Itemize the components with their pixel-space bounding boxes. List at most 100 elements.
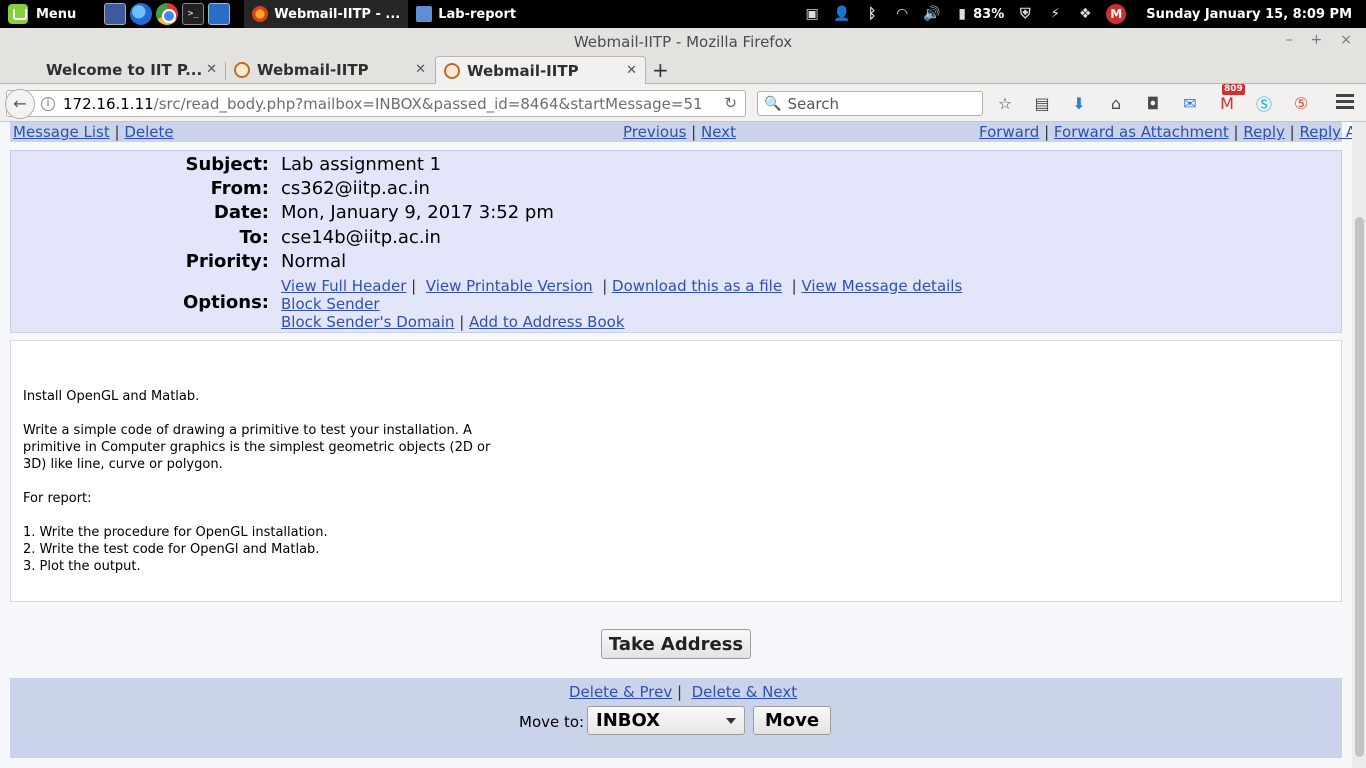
- block-domain-link[interactable]: Block Sender's Domain: [281, 313, 454, 331]
- battery-icon: ▮: [958, 6, 966, 22]
- files-launcher-icon[interactable]: [208, 3, 231, 25]
- battery-indicator[interactable]: ▮ 83%: [953, 5, 1004, 23]
- close-window-icon[interactable]: ×: [1340, 32, 1352, 48]
- body-line: 1. Write the procedure for OpenGL instal…: [23, 525, 328, 540]
- view-full-header-link[interactable]: View Full Header: [281, 277, 406, 295]
- clock[interactable]: Sunday January 15, 8:09 PM: [1146, 7, 1352, 22]
- to-value: cse14b@iitp.ac.in: [281, 227, 441, 248]
- navigation-toolbar: ← i 172.16.1.11/src/read_body.php?mailbo…: [0, 84, 1366, 122]
- volume-icon[interactable]: 🔊: [923, 5, 941, 23]
- user-icon[interactable]: 👤: [833, 5, 851, 23]
- body-line: Write a simple code of drawing a primiti…: [23, 423, 472, 438]
- tab-webmail-1[interactable]: Webmail-IITP ✕: [226, 56, 434, 84]
- taskbar-label: Webmail-IITP - ...: [274, 6, 401, 22]
- firefox-launcher-icon[interactable]: [130, 3, 153, 25]
- system-tray: ▣ 👤 ᛒ ◠ 🔊 ▮ 83% ⛨ ⚡ ❖ M Sunday January 1…: [803, 4, 1366, 24]
- delete-prev-link[interactable]: Delete & Prev: [569, 683, 672, 701]
- tab-webmail-active[interactable]: Webmail-IITP ✕: [435, 56, 646, 84]
- view-printable-link[interactable]: View Printable Version: [426, 277, 593, 295]
- firefox-icon: [252, 6, 269, 22]
- subject-label: Subject:: [185, 154, 269, 175]
- mail-icon[interactable]: ✉: [1179, 92, 1201, 114]
- take-address-button[interactable]: Take Address: [601, 629, 751, 659]
- terminal-launcher-icon[interactable]: >_: [182, 3, 205, 25]
- shield-icon[interactable]: ⛨: [1016, 5, 1034, 23]
- tab-close-icon[interactable]: ✕: [206, 62, 217, 77]
- previous-link[interactable]: Previous: [623, 123, 686, 141]
- new-tab-icon[interactable]: +: [652, 58, 669, 82]
- hamburger-menu-icon[interactable]: [1336, 94, 1354, 112]
- search-input[interactable]: 🔍 Search: [757, 91, 983, 116]
- folder-icon: [416, 6, 433, 22]
- download-file-link[interactable]: Download this as a file: [612, 277, 782, 295]
- next-link[interactable]: Next: [701, 123, 736, 141]
- delete-link[interactable]: Delete: [124, 123, 173, 141]
- reading-list-icon[interactable]: ▤: [1031, 92, 1053, 114]
- home-icon[interactable]: ⌂: [1105, 92, 1127, 114]
- search-icon: 🔍: [764, 95, 782, 112]
- back-arrow-icon[interactable]: ←: [5, 88, 35, 119]
- options-label: Options:: [182, 292, 269, 313]
- bookmark-star-icon[interactable]: ☆: [994, 92, 1016, 114]
- wifi-icon[interactable]: ◠: [893, 5, 911, 23]
- chrome-launcher-icon[interactable]: [156, 3, 179, 25]
- tab-welcome[interactable]: Welcome to IIT P... ✕: [0, 56, 225, 84]
- tab-label: Welcome to IIT P...: [46, 61, 203, 79]
- reply-link[interactable]: Reply: [1243, 123, 1285, 141]
- menu-label: Menu: [36, 6, 77, 22]
- html5-icon[interactable]: ⑤: [1290, 92, 1312, 114]
- minimize-icon[interactable]: –: [1286, 32, 1293, 48]
- pocket-icon[interactable]: ◘: [1142, 92, 1164, 114]
- url-bar[interactable]: ← i 172.16.1.11/src/read_body.php?mailbo…: [5, 88, 746, 119]
- mega-icon[interactable]: M: [1106, 4, 1127, 24]
- reload-icon[interactable]: ↻: [724, 94, 737, 112]
- start-menu-button[interactable]: Menu: [0, 0, 84, 28]
- mint-logo-icon: [8, 4, 28, 24]
- view-details-link[interactable]: View Message details: [801, 277, 962, 295]
- subject-value: Lab assignment 1: [281, 154, 442, 175]
- reply-all-link[interactable]: Reply All: [1299, 123, 1352, 141]
- forward-link[interactable]: Forward: [979, 123, 1039, 141]
- network-icon[interactable]: ⚡: [1046, 5, 1064, 23]
- tab-close-icon[interactable]: ✕: [626, 63, 637, 78]
- message-nav-bar: Message List | Delete Previous | Next Fo…: [10, 122, 1352, 142]
- site-info-icon[interactable]: i: [41, 96, 55, 111]
- options-row-1: View Full Header | View Printable Versio…: [281, 277, 963, 295]
- body-line: 2. Write the test code for OpenGl and Ma…: [23, 542, 320, 557]
- mail-count-badge: 809: [1222, 84, 1245, 95]
- forward-attachment-link[interactable]: Forward as Attachment: [1054, 123, 1229, 141]
- move-button[interactable]: Move: [753, 706, 831, 735]
- battery-percent: 83%: [973, 6, 1005, 22]
- to-label: To:: [239, 227, 269, 248]
- scrollbar-thumb[interactable]: [1355, 217, 1364, 757]
- updates-icon[interactable]: ▣: [803, 5, 821, 23]
- delete-next-link[interactable]: Delete & Next: [692, 683, 797, 701]
- tab-strip: Welcome to IIT P... ✕ Webmail-IITP ✕ Web…: [0, 56, 1366, 84]
- block-sender-link[interactable]: Block Sender: [281, 295, 380, 313]
- taskbar-folder-window[interactable]: Lab-report: [408, 0, 524, 28]
- downloads-icon[interactable]: ⬇: [1068, 92, 1090, 114]
- from-value: cs362@iitp.ac.in: [281, 178, 430, 199]
- from-label: From:: [210, 178, 269, 199]
- url-host: 172.16.1.11: [63, 94, 154, 113]
- date-value: Mon, January 9, 2017 3:52 pm: [281, 202, 554, 223]
- folder-select[interactable]: INBOX: [587, 706, 745, 735]
- page-scrollbar[interactable]: [1352, 122, 1366, 768]
- tab-close-icon[interactable]: ✕: [415, 62, 426, 77]
- maximize-icon[interactable]: +: [1311, 32, 1323, 48]
- url-text[interactable]: 172.16.1.11/src/read_body.php?mailbox=IN…: [63, 95, 713, 113]
- add-address-book-link[interactable]: Add to Address Book: [469, 313, 624, 331]
- show-desktop-icon[interactable]: [104, 3, 127, 25]
- dropbox-icon[interactable]: ❖: [1076, 5, 1094, 23]
- webmail-favicon-icon: [444, 62, 460, 79]
- bluetooth-icon[interactable]: ᛒ: [863, 5, 881, 23]
- taskbar-firefox-window[interactable]: Webmail-IITP - ...: [244, 0, 409, 28]
- message-list-link[interactable]: Message List: [13, 123, 110, 141]
- gmail-notifier-icon[interactable]: M 809: [1216, 84, 1245, 114]
- skype-icon[interactable]: Ⓢ: [1253, 92, 1275, 114]
- webmail-page: Message List | Delete Previous | Next Fo…: [0, 122, 1352, 768]
- window-title: Webmail-IITP - Mozilla Firefox: [573, 33, 793, 51]
- window-titlebar: Webmail-IITP - Mozilla Firefox – + ×: [0, 28, 1366, 56]
- body-line: 3. Plot the output.: [23, 559, 141, 574]
- body-line: For report:: [23, 491, 92, 506]
